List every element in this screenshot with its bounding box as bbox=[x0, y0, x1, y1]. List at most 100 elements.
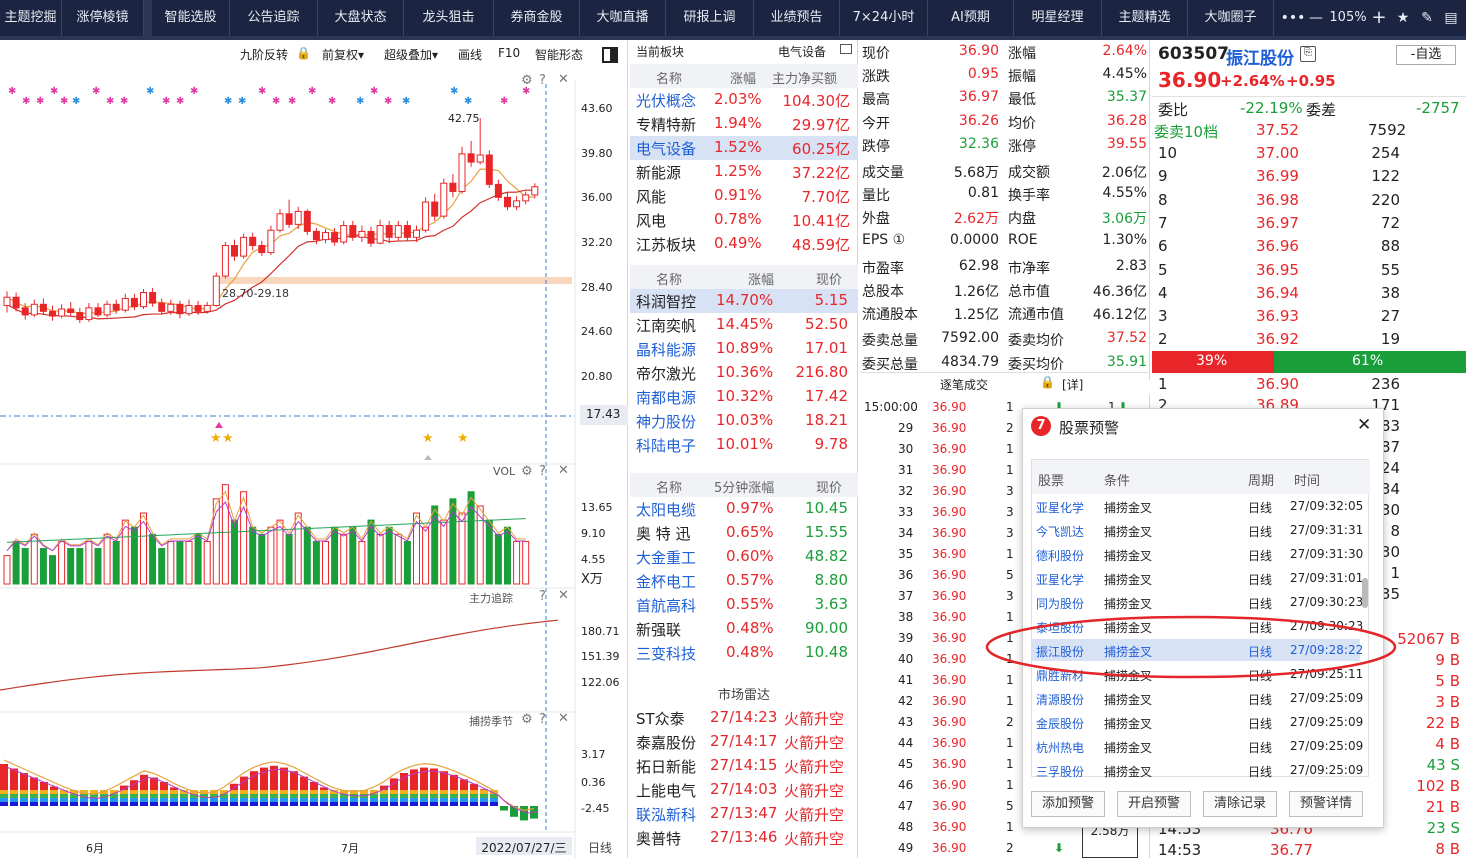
bulao-close-icon[interactable]: ✕ bbox=[558, 711, 569, 726]
alert-row[interactable]: 今飞凯达 捕捞金叉 日线 27/09:31:31 bbox=[1032, 519, 1363, 541]
alert-detail-button[interactable]: 预警详情 bbox=[1289, 791, 1363, 817]
alert-row[interactable]: 杭州热电 捕捞金叉 日线 27/09:25:09 bbox=[1032, 735, 1363, 757]
ask-price[interactable]: 36.94 bbox=[1256, 284, 1299, 302]
bid-price[interactable]: 36.90 bbox=[1256, 375, 1299, 393]
nav-item-dapan[interactable]: 大盘状态 bbox=[318, 0, 404, 36]
volume-bar bbox=[85, 540, 93, 585]
bulao-settings-icon[interactable]: ⚙ bbox=[521, 712, 533, 727]
sector-name[interactable]: 电气设备 bbox=[778, 43, 826, 60]
ask-price[interactable]: 36.96 bbox=[1256, 237, 1299, 255]
ticks-detail-link[interactable]: [详] bbox=[1062, 376, 1083, 393]
minimize-icon[interactable]: — bbox=[1306, 0, 1326, 36]
nav-item-mingxing[interactable]: 明星经理 bbox=[1014, 0, 1102, 36]
radar-row[interactable]: 奥普特 27/13:46 火箭升空 bbox=[630, 826, 858, 850]
sector-row[interactable]: 专精特新 1.94% 29.97亿 bbox=[630, 112, 858, 136]
kline-chart-panel[interactable]: 九阶反转 🔒 前复权▾ 超级叠加▾ 画线 F10 智能形态 ✱ ✱ ✱ ✱ ✱ ✱ ✱ ✱ ✱ ✱… bbox=[0, 40, 628, 858]
stock-row[interactable]: 帝尔激光 10.36% 216.80 bbox=[630, 361, 858, 385]
stock-name[interactable]: 振江股份 bbox=[1226, 44, 1294, 69]
radar-row[interactable]: 上能电气 27/14:03 火箭升空 bbox=[630, 778, 858, 802]
alert-row[interactable]: 金辰股份 捕捞金叉 日线 27/09:25:09 bbox=[1032, 711, 1363, 733]
stock-alert-dialog[interactable]: 7 股票预警 ✕ 股票 条件 周期 时间 亚星化学 捕捞金叉 日线 27/09:32:… bbox=[985, 408, 1397, 828]
zhuli-close-icon[interactable]: ✕ bbox=[558, 588, 569, 603]
nav-item-zhuti[interactable]: 主题挖掘 bbox=[0, 0, 62, 36]
clear-records-button[interactable]: 清除记录 bbox=[1203, 791, 1277, 817]
nav-item-xuangu[interactable]: 智能选股 bbox=[144, 0, 230, 36]
bulao-bar-layer bbox=[210, 798, 218, 802]
nav-item-zhutijingxuan[interactable]: 主题精选 bbox=[1102, 0, 1188, 36]
lock-icon[interactable]: 🔒 bbox=[1040, 375, 1055, 389]
radar-row[interactable]: 联泓新科 27/13:47 火箭升空 bbox=[630, 802, 858, 826]
alert-scrollbar[interactable] bbox=[1362, 578, 1368, 608]
radar-row[interactable]: ST众泰 27/14:23 火箭升空 bbox=[630, 706, 858, 730]
trade-volume: 23 S bbox=[1426, 819, 1460, 837]
ask-price[interactable]: 36.97 bbox=[1256, 214, 1299, 232]
vol-settings-icon[interactable]: ⚙ bbox=[521, 464, 533, 479]
nav-item-ai[interactable]: AI预期 bbox=[928, 0, 1014, 36]
fast-row[interactable]: 新强联 0.48% 90.00 bbox=[630, 617, 858, 641]
more-icon[interactable]: ••• bbox=[1280, 0, 1306, 36]
nav-item-quanshang[interactable]: 券商金股 bbox=[494, 0, 580, 36]
stock-row[interactable]: 科陆电子 10.01% 9.78 bbox=[630, 433, 858, 457]
radar-row[interactable]: 泰嘉股份 27/14:17 火箭升空 bbox=[630, 730, 858, 754]
nav-item-gonggao[interactable]: 公告追踪 bbox=[230, 0, 318, 36]
stock-row[interactable]: 江南奕帆 14.45% 52.50 bbox=[630, 313, 858, 337]
help-icon[interactable]: ? bbox=[539, 73, 546, 88]
settings-icon[interactable]: ⚙ bbox=[521, 73, 533, 88]
ask-price[interactable]: 36.99 bbox=[1256, 167, 1299, 185]
sector-row[interactable]: 光伏概念 2.03% 104.30亿 bbox=[630, 88, 858, 112]
zhuli-help-icon[interactable]: ? bbox=[539, 589, 546, 604]
expand-icon[interactable] bbox=[840, 44, 852, 54]
fast-row[interactable]: 大金重工 0.60% 48.82 bbox=[630, 545, 858, 569]
nav-item-yanbao[interactable]: 研报上调 bbox=[666, 0, 754, 36]
period-label[interactable]: 日线 bbox=[588, 839, 612, 856]
zoom-in-icon[interactable]: + bbox=[1368, 0, 1390, 36]
close-icon[interactable]: ✕ bbox=[558, 72, 569, 87]
ask-price[interactable]: 36.93 bbox=[1256, 307, 1299, 325]
nav-item-zhangting[interactable]: 涨停棱镜 bbox=[62, 0, 144, 36]
nav-item-longtou[interactable]: 龙头狙击 bbox=[404, 0, 494, 36]
ask-price[interactable]: 36.95 bbox=[1256, 261, 1299, 279]
copy-icon[interactable]: ⎘ bbox=[1300, 46, 1316, 62]
stock-row[interactable]: 科润智控 14.70% 5.15 bbox=[630, 289, 858, 313]
stock-row[interactable]: 神力股份 10.03% 18.21 bbox=[630, 409, 858, 433]
star-icon[interactable]: ★ bbox=[1392, 0, 1414, 36]
bulao-help-icon[interactable]: ? bbox=[539, 712, 546, 727]
nav-item-7x24[interactable]: 7×24小时 bbox=[840, 0, 928, 36]
sector-row[interactable]: 风电 0.78% 10.41亿 bbox=[630, 208, 858, 232]
alert-row[interactable]: 亚星化学 捕捞金叉 日线 27/09:31:01 bbox=[1032, 567, 1363, 589]
fast-row[interactable]: 首航高科 0.55% 3.63 bbox=[630, 593, 858, 617]
vol-help-icon[interactable]: ? bbox=[539, 464, 546, 479]
sector-row[interactable]: 江苏板块 0.49% 48.59亿 bbox=[630, 232, 858, 256]
enable-alert-button[interactable]: 开启预警 bbox=[1117, 791, 1191, 817]
nav-item-dakaquanzi[interactable]: 大咖圈子 bbox=[1188, 0, 1274, 36]
volume-bar bbox=[467, 491, 475, 585]
sector-row[interactable]: 风能 0.91% 7.70亿 bbox=[630, 184, 858, 208]
ask-price[interactable]: 36.92 bbox=[1256, 330, 1299, 348]
ask-price[interactable]: 36.98 bbox=[1256, 191, 1299, 209]
nav-item-yeji[interactable]: 业绩预告 bbox=[754, 0, 840, 36]
vol-close-icon[interactable]: ✕ bbox=[558, 463, 569, 478]
layout-icon[interactable]: ▤ bbox=[1440, 0, 1462, 36]
alert-row[interactable]: 德利股份 捕捞金叉 日线 27/09:31:30 bbox=[1032, 543, 1363, 565]
bulao-bar-layer bbox=[390, 802, 398, 806]
nav-item-dakazhibo[interactable]: 大咖直播 bbox=[580, 0, 666, 36]
ask-price[interactable]: 37.00 bbox=[1256, 144, 1299, 162]
alert-row[interactable]: 清源股份 捕捞金叉 日线 27/09:25:09 bbox=[1032, 687, 1363, 709]
sector-header: 名称 涨幅 主力净买额 bbox=[630, 64, 858, 88]
radar-row[interactable]: 拓日新能 27/14:15 火箭升空 bbox=[630, 754, 858, 778]
alert-row[interactable]: 三孚股份 捕捞金叉 日线 27/09:25:09 bbox=[1032, 759, 1363, 781]
alert-row[interactable]: 亚星化学 捕捞金叉 日线 27/09:32:05 bbox=[1032, 495, 1363, 517]
stock-row[interactable]: 南都电源 10.32% 17.42 bbox=[630, 385, 858, 409]
fast-row[interactable]: 三变科技 0.48% 10.48 bbox=[630, 641, 858, 665]
fast-row[interactable]: 金杯电工 0.57% 8.80 bbox=[630, 569, 858, 593]
fast-row[interactable]: 太阳电缆 0.97% 10.45 bbox=[630, 497, 858, 521]
sector-row[interactable]: 新能源 1.25% 37.22亿 bbox=[630, 160, 858, 184]
alert-close-icon[interactable]: ✕ bbox=[1357, 415, 1371, 435]
edit-icon[interactable]: ✎ bbox=[1416, 0, 1438, 36]
zixuan-button[interactable]: -自选 bbox=[1396, 45, 1456, 65]
sector-row[interactable]: 电气设备 1.52% 60.25亿 bbox=[630, 136, 858, 160]
add-alert-button[interactable]: 添加预警 bbox=[1031, 791, 1105, 817]
stock-row[interactable]: 晶科能源 10.89% 17.01 bbox=[630, 337, 858, 361]
fast-row[interactable]: 奥 特 迅 0.65% 15.55 bbox=[630, 521, 858, 545]
volume-bar bbox=[476, 505, 484, 585]
